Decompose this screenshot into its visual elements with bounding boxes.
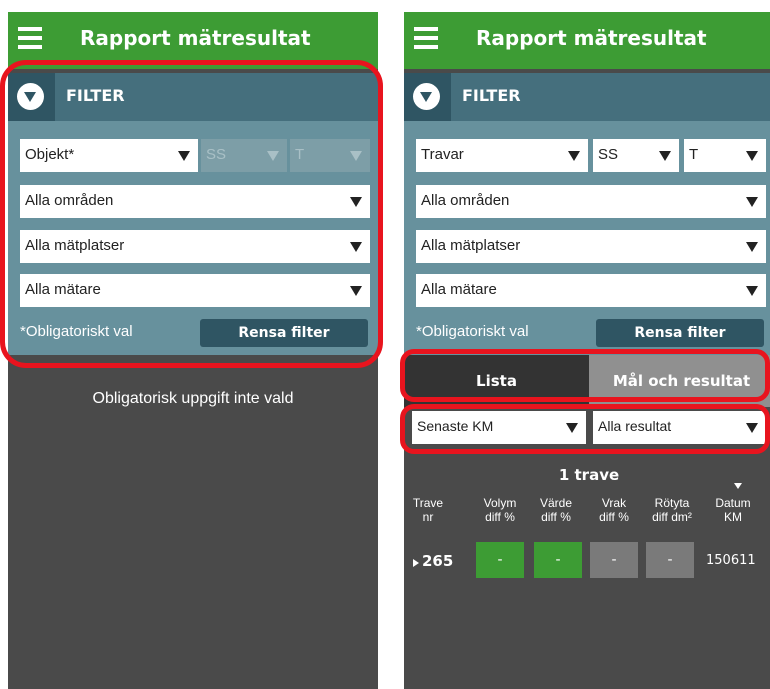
left-screen: Rapport mätresultat FILTER Objekt* SS T … bbox=[8, 12, 378, 689]
chevron-down-icon bbox=[568, 151, 580, 161]
col-header-line: Rötyta bbox=[654, 496, 690, 510]
matplatser-select-value: Alla mätplatser bbox=[421, 237, 521, 254]
app-title: Rapport mätresultat bbox=[476, 26, 707, 50]
chevron-down-icon bbox=[267, 151, 279, 161]
col-header-line: Värde bbox=[539, 496, 573, 510]
col-header-trave-nr[interactable]: Trave nr bbox=[408, 496, 448, 524]
col-header-line: Vrak bbox=[601, 496, 627, 510]
tab-lista[interactable]: Lista bbox=[404, 355, 589, 407]
objekt-select[interactable]: Travar bbox=[416, 139, 588, 172]
obligatory-note: *Obligatoriskt val bbox=[20, 323, 133, 340]
filter-header[interactable]: FILTER bbox=[404, 73, 770, 121]
filter-panel: FILTER Travar SS T Alla områden Alla mät… bbox=[404, 73, 770, 355]
empty-message: Obligatorisk uppgift inte vald bbox=[92, 390, 294, 407]
matare-select[interactable]: Alla mätare bbox=[416, 274, 766, 307]
clear-filter-button[interactable]: Rensa filter bbox=[200, 319, 368, 347]
omraden-select-value: Alla områden bbox=[421, 192, 510, 209]
filter-panel: FILTER Objekt* SS T Alla områden Alla mä… bbox=[8, 73, 378, 355]
col-header-datum[interactable]: Datum KM bbox=[706, 496, 760, 524]
chevron-down-icon bbox=[350, 286, 362, 296]
chevron-down-icon bbox=[746, 151, 758, 161]
trave-nr-value[interactable]: 265 bbox=[422, 552, 453, 570]
result-select[interactable]: Alla resultat bbox=[593, 411, 766, 444]
matare-select[interactable]: Alla mätare bbox=[20, 274, 370, 307]
expand-row-icon[interactable] bbox=[413, 559, 419, 567]
right-screen: Rapport mätresultat FILTER Travar SS T A… bbox=[404, 12, 770, 689]
menu-icon[interactable] bbox=[414, 27, 438, 49]
matplatser-select-value: Alla mätplatser bbox=[25, 237, 125, 254]
sort-select-value: Senaste KM bbox=[417, 418, 494, 434]
objekt-select-value: Objekt* bbox=[25, 146, 75, 163]
col-header-line: diff % bbox=[599, 510, 629, 524]
chevron-down-icon bbox=[17, 83, 44, 110]
col-header-line: KM bbox=[724, 510, 742, 524]
varde-diff-cell: - bbox=[534, 542, 582, 578]
filter-title: FILTER bbox=[462, 86, 521, 105]
ss-select-value: SS bbox=[206, 146, 227, 163]
col-header-line: nr bbox=[422, 510, 434, 524]
ss-select[interactable]: SS bbox=[593, 139, 679, 172]
col-header-line: diff % bbox=[485, 510, 515, 524]
col-header-volym[interactable]: Volym diff % bbox=[476, 496, 524, 524]
sort-select[interactable]: Senaste KM bbox=[412, 411, 586, 444]
app-title: Rapport mätresultat bbox=[80, 26, 311, 50]
col-header-vrak[interactable]: Vrak diff % bbox=[590, 496, 638, 524]
chevron-down-icon bbox=[178, 151, 190, 161]
vrak-diff-cell: - bbox=[590, 542, 638, 578]
obligatory-note: *Obligatoriskt val bbox=[416, 323, 529, 340]
view-tabs: Lista Mål och resultat bbox=[404, 355, 770, 407]
t-select-value: T bbox=[295, 146, 305, 163]
col-header-line: diff % bbox=[541, 510, 571, 524]
chevron-down-icon bbox=[746, 242, 758, 252]
ss-select-value: SS bbox=[598, 146, 619, 163]
filter-header[interactable]: FILTER bbox=[8, 73, 378, 121]
t-select-value: T bbox=[689, 146, 699, 163]
result-select-value: Alla resultat bbox=[598, 418, 672, 434]
omraden-select[interactable]: Alla områden bbox=[20, 185, 370, 218]
col-header-rotyta[interactable]: Rötyta diff dm² bbox=[644, 496, 700, 524]
matare-select-value: Alla mätare bbox=[25, 281, 101, 298]
col-header-varde[interactable]: Värde diff % bbox=[532, 496, 580, 524]
app-bar: Rapport mätresultat bbox=[404, 12, 770, 69]
col-header-line: diff dm² bbox=[652, 510, 692, 524]
chevron-down-icon bbox=[566, 423, 578, 433]
chevron-down-icon bbox=[350, 242, 362, 252]
t-select[interactable]: T bbox=[290, 139, 370, 172]
results-count: 1 trave bbox=[558, 466, 620, 484]
app-bar: Rapport mätresultat bbox=[8, 12, 378, 69]
chevron-down-icon bbox=[350, 197, 362, 207]
filter-title: FILTER bbox=[66, 86, 125, 105]
chevron-down-icon bbox=[746, 197, 758, 207]
matplatser-select[interactable]: Alla mätplatser bbox=[416, 230, 766, 263]
chevron-down-icon bbox=[746, 286, 758, 296]
objekt-select[interactable]: Objekt* bbox=[20, 139, 198, 172]
chevron-down-icon bbox=[350, 151, 362, 161]
col-header-line: Datum bbox=[715, 496, 751, 510]
tab-mal-och-resultat[interactable]: Mål och resultat bbox=[589, 355, 770, 407]
ss-select[interactable]: SS bbox=[201, 139, 287, 172]
menu-icon[interactable] bbox=[18, 27, 42, 49]
chevron-down-icon bbox=[413, 83, 440, 110]
objekt-select-value: Travar bbox=[421, 146, 464, 163]
chevron-down-icon bbox=[746, 423, 758, 433]
volym-diff-cell: - bbox=[476, 542, 524, 578]
omraden-select[interactable]: Alla områden bbox=[416, 185, 766, 218]
clear-filter-button[interactable]: Rensa filter bbox=[596, 319, 764, 347]
chevron-down-icon bbox=[659, 151, 671, 161]
matare-select-value: Alla mätare bbox=[421, 281, 497, 298]
t-select[interactable]: T bbox=[684, 139, 766, 172]
datum-km-value: 150611 bbox=[706, 553, 756, 568]
col-header-line: Volym bbox=[483, 496, 517, 510]
matplatser-select[interactable]: Alla mätplatser bbox=[20, 230, 370, 263]
filter-toggle[interactable] bbox=[404, 73, 451, 121]
filter-toggle[interactable] bbox=[8, 73, 55, 121]
col-header-line: Trave bbox=[412, 496, 444, 510]
rotyta-diff-cell: - bbox=[646, 542, 694, 578]
omraden-select-value: Alla områden bbox=[25, 192, 114, 209]
sort-desc-icon bbox=[734, 483, 742, 489]
